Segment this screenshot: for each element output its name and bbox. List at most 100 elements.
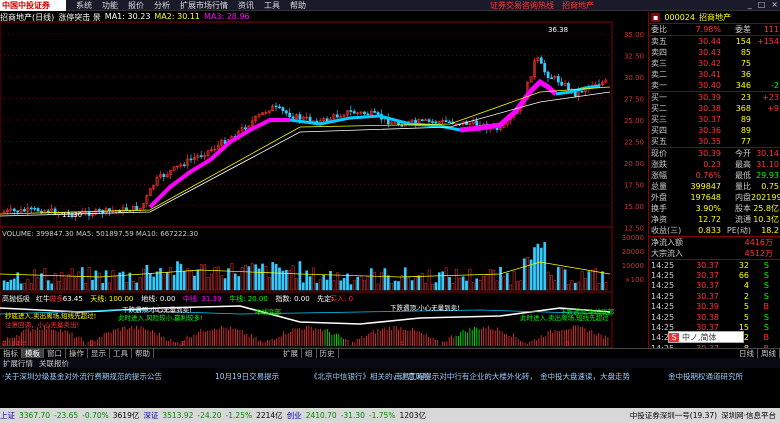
volume-bar [560,267,564,291]
stat-label: 净资 [651,215,667,224]
candle-body [550,77,553,80]
volume-bar [227,268,230,291]
sz-change: -24.20 [197,411,222,420]
diff-value: 111 [763,25,779,34]
volume-bar [74,277,77,291]
minimize-button[interactable]: _ [748,0,752,9]
candle-body [182,164,186,167]
ratio-label: 委比 [651,25,667,34]
kline-svg[interactable]: 35.00 32.50 30.00 27.50 25.00 22.50 20.00 17.50… [0,12,648,348]
close-button[interactable]: × [771,0,778,9]
tick-time: 14:25 [651,302,675,312]
order-label: 买五 [651,137,667,146]
maximize-button[interactable]: □ [758,0,766,9]
candle-body [97,209,101,211]
ime-icon: S [669,332,679,342]
menu-item-5[interactable]: 资讯 [238,0,254,11]
flow-label: 净流入额 [651,238,683,247]
order-label: 买二 [651,104,667,113]
volume-bar [369,268,373,291]
volume-bar [264,266,268,291]
volume-bar [475,278,479,291]
menu-item-2[interactable]: 报价 [128,0,144,11]
kline-chart-area[interactable]: 招商地产(日线) 涨停突击 景 MA1: 30.23 MA2: 30.11 MA… [0,12,648,352]
promo-link-0[interactable]: 证券交易咨询热线 [490,0,554,11]
buy-orders: 买一 30.39 23 +23 买二 30.38 368 +9 买三 30.37 89 买四 30.36… [649,91,780,147]
candle-body [397,122,400,125]
menu-item-0[interactable]: 系统 [76,0,92,11]
candle-body [284,110,288,114]
tick-time: 14:25 [651,312,675,322]
order-row: 买一 30.39 23 +23 [649,92,780,103]
volume-bar [2,280,6,291]
diff-label: 委差 [735,25,751,34]
volume-bar [257,268,261,291]
volume-tick-label: ×100 [625,276,644,284]
tick-row: 14:25 30.37 66 S [649,270,780,280]
volume-bar [573,282,577,291]
news-item[interactable]: 金中投期权通道研究所 [668,371,743,382]
stat-row: 收益(三) 0.833 PE(动) 18.2 [649,225,780,236]
order-label: 卖五 [651,37,667,46]
volume-bar [267,276,271,291]
x-axis-label: 2 [90,340,94,348]
order-label: 卖一 [651,81,667,90]
menu-item-6[interactable]: 工具 [264,0,280,11]
menu-item-7[interactable]: 帮助 [290,0,306,11]
sz-amount: 2214亿 [256,411,283,420]
volume-bar [135,282,139,291]
tick-price: 30.37 [696,281,719,291]
news-ticker: ·关于深圳分级基金对外流行费期规范的提示公告 10月19日交易提示 《北京中信银行》… [0,369,780,399]
stat-value: 202199 [751,193,780,202]
volume-bar [465,280,468,291]
stat-label: 流通 [735,215,751,224]
volume-bar [23,283,26,291]
candle-body [16,210,20,213]
candle-body [53,208,57,215]
menu-item-4[interactable]: 扩展市场行情 [180,0,228,11]
menu-item-1[interactable]: 功能 [102,0,118,11]
promo-links: 证券交易咨询热线 招商地产 [490,0,602,11]
volume-bar [553,280,557,291]
volume-bar [461,276,465,291]
main-menu: 系统 功能 报价 分析 扩展市场行情 资讯 工具 帮助 [66,0,306,11]
news-item[interactable]: ·关于深圳分级基金对外流行费期规范的提示公告 [2,371,162,382]
volume-bar [33,269,37,291]
volume-bar [485,274,489,291]
stat-value: 0.76% [695,171,721,180]
stock-stats: 现价 30.39 今开 30.14 涨跌 0.23 最高 31.10 涨幅 0.76% 最低 29.9… [649,147,780,236]
news-item[interactable]: 10月19日交易提示 [215,371,279,382]
news-item[interactable]: 金中投大盘速读，大盘走势 [540,371,630,382]
window-controls: _ □ × [742,0,778,9]
candle-body [444,120,448,123]
volume-bar [533,247,536,291]
ime-toolbar[interactable]: S 中ノ,简体 [668,331,744,343]
volume-bar [6,282,9,291]
subtab-0[interactable]: 扩展行情 [0,358,36,369]
candle-body [434,121,438,124]
volume-bar [312,267,315,291]
candle-body [376,112,380,115]
promo-link-1[interactable]: 招商地产 [562,0,594,11]
volume-bar [162,274,166,291]
server-info: 中投证券深圳一号(19.37) [629,411,718,420]
stat-row: 涨跌 0.23 最高 31.10 [649,159,780,170]
volume-bar [526,256,530,291]
candle-body [448,121,451,124]
status-bar: 上证 3367.70 -23.65 -0.70% 3619亿 深证 3513.9… [0,408,780,423]
indicator-annotation: 注意回调，小心无量卖出! [5,320,79,329]
volume-bar [417,275,421,291]
subtab-1[interactable]: 关联报价 [36,358,72,369]
volume-bar [322,274,326,291]
volume-bar [193,275,196,291]
volume-bar [237,276,241,291]
volume-bar [298,261,302,291]
volume-bar [216,266,220,291]
volume-bar [546,271,550,291]
menu-item-3[interactable]: 分析 [154,0,170,11]
volume-bar [101,283,105,291]
order-row: 卖二 30.41 36 [649,69,780,80]
news-item[interactable]: ·南昌工程提示对中行有企业的大楼外化转， [392,371,537,382]
price-tick-label: 17.50 [624,182,644,190]
volume-bar [536,243,540,291]
